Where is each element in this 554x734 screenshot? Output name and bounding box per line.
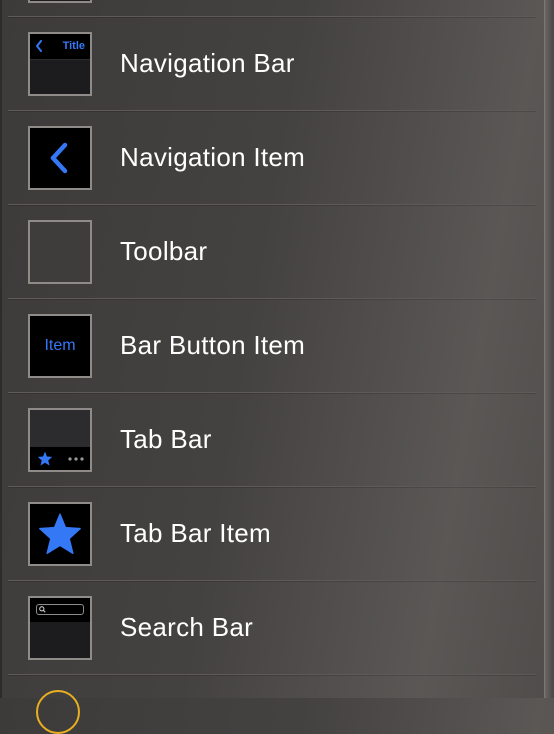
list-item-label: Navigation Item bbox=[120, 142, 306, 172]
partial-thumb-top bbox=[28, 0, 92, 3]
object-library-list: Title Navigation Bar Navigation Item Too… bbox=[8, 0, 536, 734]
search-icon bbox=[39, 606, 46, 613]
bar-button-item-thumbnail: Item bbox=[28, 314, 92, 378]
tab-bar-strip bbox=[30, 447, 90, 470]
chevron-left-icon bbox=[50, 142, 68, 174]
list-item-search-bar[interactable]: Search Bar bbox=[8, 581, 536, 674]
star-icon bbox=[39, 513, 81, 555]
tab-bar-thumbnail bbox=[28, 408, 92, 472]
ellipsis-icon bbox=[68, 457, 84, 461]
toolbar-thumbnail bbox=[28, 220, 92, 284]
list-item-bar-button-item[interactable]: Item Bar Button Item bbox=[8, 299, 536, 392]
search-bar-thumbnail bbox=[28, 596, 92, 660]
search-field bbox=[36, 604, 84, 615]
list-item-tab-bar[interactable]: Tab Bar bbox=[8, 393, 536, 486]
list-item-label: Tab Bar bbox=[120, 424, 212, 454]
list-item-navigation-bar[interactable]: Title Navigation Bar bbox=[8, 17, 536, 110]
nav-bar-header: Title bbox=[30, 34, 90, 60]
search-bar-header bbox=[30, 598, 90, 622]
chevron-left-icon bbox=[36, 40, 42, 52]
navigation-bar-thumbnail: Title bbox=[28, 32, 92, 96]
list-item-navigation-item[interactable]: Navigation Item bbox=[8, 111, 536, 204]
divider bbox=[8, 674, 536, 675]
scrollbar-track[interactable] bbox=[544, 0, 554, 698]
star-icon bbox=[37, 451, 53, 466]
list-item-toolbar[interactable]: Toolbar bbox=[8, 205, 536, 298]
list-item-label: Navigation Bar bbox=[120, 48, 295, 78]
list-item-tab-bar-item[interactable]: Tab Bar Item bbox=[8, 487, 536, 580]
tab-bar-item-thumbnail bbox=[28, 502, 92, 566]
panel-left-edge bbox=[0, 0, 2, 698]
list-item-label: Tab Bar Item bbox=[120, 518, 271, 548]
partial-thumb-bottom bbox=[36, 690, 80, 734]
nav-bar-title-text: Title bbox=[62, 40, 85, 52]
list-item-label: Bar Button Item bbox=[120, 330, 306, 360]
list-item-label: Toolbar bbox=[120, 236, 208, 266]
list-item-label: Search Bar bbox=[120, 612, 254, 642]
navigation-item-thumbnail bbox=[28, 126, 92, 190]
bar-button-item-text: Item bbox=[44, 337, 76, 354]
